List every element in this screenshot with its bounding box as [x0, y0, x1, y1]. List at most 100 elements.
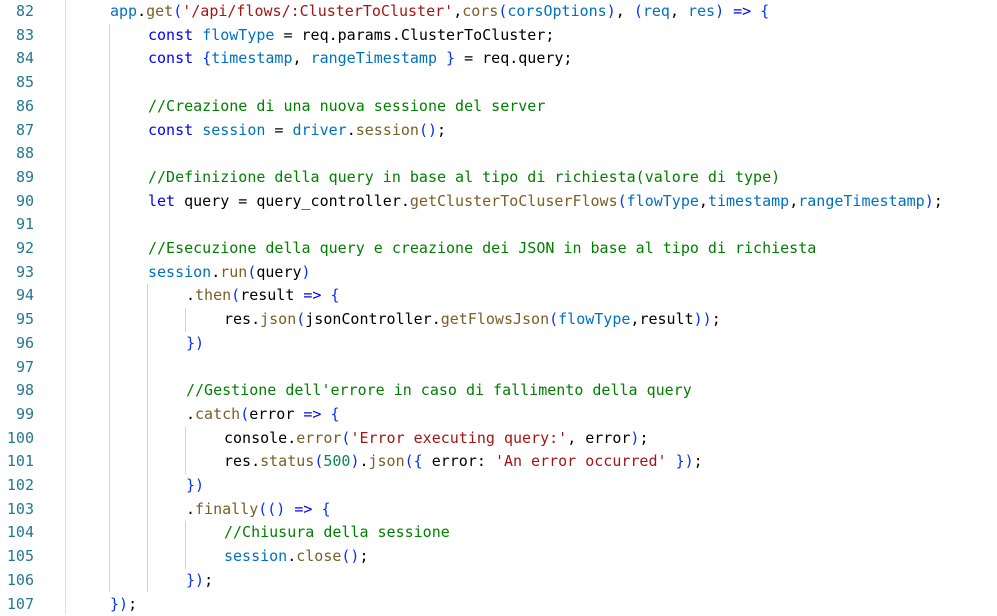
code-token: query — [256, 263, 301, 281]
line-number: 100 — [0, 427, 34, 451]
code-token: ; — [359, 547, 368, 565]
code-token: . — [186, 500, 195, 518]
line-number: 101 — [0, 450, 34, 474]
code-line[interactable]: //Definizione della query in base al tip… — [148, 166, 780, 190]
code-line[interactable]: session.run(query) — [148, 261, 311, 285]
code-token: } — [446, 49, 455, 67]
code-line[interactable]: app.get('/api/flows/:ClusterToCluster',c… — [110, 0, 769, 24]
code-token: close — [296, 547, 341, 565]
code-line[interactable]: //Chiusura della sessione — [224, 521, 450, 545]
code-token: () — [267, 500, 285, 518]
code-token: () — [341, 547, 359, 565]
line-number: 107 — [0, 593, 34, 616]
code-token: catch — [195, 405, 240, 423]
code-token — [751, 2, 760, 20]
indent-guide — [185, 427, 186, 474]
code-editor[interactable]: 8283848586878889909192939495969798991001… — [0, 0, 997, 614]
code-line[interactable]: .finally(() => { — [186, 498, 331, 522]
code-token: { — [331, 286, 340, 304]
code-line[interactable]: const {timestamp, rangeTimestamp } = req… — [148, 47, 572, 71]
code-token: . — [432, 310, 441, 328]
code-token: //Chiusura della sessione — [224, 523, 450, 541]
code-line[interactable]: //Esecuzione della query e creazione dei… — [148, 237, 816, 261]
code-token: rangeTimestamp — [798, 192, 924, 210]
line-number: 97 — [0, 356, 34, 380]
code-line[interactable]: res.status(500).json({ error: 'An error … — [224, 450, 703, 474]
code-token: ( — [173, 2, 182, 20]
code-token: }) — [676, 452, 694, 470]
code-token: res — [224, 452, 251, 470]
line-number: 92 — [0, 237, 34, 261]
code-line[interactable]: .then(result => { — [186, 284, 340, 308]
code-token: , — [616, 2, 634, 20]
line-number: 82 — [0, 0, 34, 24]
line-number: 88 — [0, 142, 34, 166]
code-token: '/api/flows/:ClusterToCluster' — [182, 2, 453, 20]
code-token: }) — [186, 476, 204, 494]
code-token: app — [110, 2, 137, 20]
code-token: ; — [712, 310, 721, 328]
code-token: . — [347, 121, 356, 139]
code-token: //Gestione dell'errore in caso di fallim… — [186, 381, 692, 399]
code-token: . — [287, 547, 296, 565]
code-token: ; — [128, 595, 137, 613]
indent-guide — [109, 24, 110, 593]
code-token: ; — [204, 571, 213, 589]
code-token — [724, 2, 733, 20]
code-token: . — [211, 263, 220, 281]
code-token: getFlowsJson — [441, 310, 549, 328]
code-area[interactable]: app.get('/api/flows/:ClusterToCluster',c… — [67, 0, 997, 614]
code-token: , error — [567, 429, 630, 447]
code-token: ( — [549, 310, 558, 328]
code-token: . — [359, 452, 368, 470]
code-line[interactable]: const session = driver.session(); — [148, 119, 446, 143]
code-line[interactable]: }) — [186, 332, 204, 356]
code-line[interactable]: }) — [186, 474, 204, 498]
code-token: ; — [437, 121, 446, 139]
code-line[interactable]: const flowType = req.params.ClusterToClu… — [148, 24, 554, 48]
code-token: = req.query; — [455, 49, 572, 67]
code-token: = req.params.ClusterToCluster; — [274, 26, 554, 44]
code-token — [193, 121, 202, 139]
code-token: => — [303, 405, 321, 423]
code-token: { — [331, 405, 340, 423]
code-token: ( — [405, 452, 414, 470]
line-number-gutter: 8283848586878889909192939495969798991001… — [0, 0, 66, 614]
code-token: => — [294, 500, 312, 518]
code-line[interactable]: }); — [186, 569, 213, 593]
code-token: //Esecuzione della query e creazione dei… — [148, 239, 816, 257]
code-token: () — [419, 121, 437, 139]
code-token: timestamp — [211, 49, 292, 67]
code-token: res — [688, 2, 715, 20]
code-line[interactable]: res.json(jsonController.getFlowsJson(flo… — [224, 308, 721, 332]
code-line[interactable]: console.error('Error executing query:', … — [224, 427, 648, 451]
line-number: 104 — [0, 521, 34, 545]
code-token: , — [670, 2, 688, 20]
code-line[interactable]: let query = query_controller.getClusterT… — [148, 190, 943, 214]
code-token: , — [699, 192, 708, 210]
code-token: then — [195, 286, 231, 304]
code-token: req — [643, 2, 670, 20]
code-token: getClusterToCluserFlows — [410, 192, 618, 210]
code-token: corsOptions — [507, 2, 606, 20]
code-line[interactable]: .catch(error => { — [186, 403, 340, 427]
code-token: ( — [258, 500, 267, 518]
code-token: let — [148, 192, 175, 210]
line-number: 83 — [0, 24, 34, 48]
code-token: . — [251, 310, 260, 328]
code-token: finally — [195, 500, 258, 518]
code-token — [193, 26, 202, 44]
line-number: 94 — [0, 284, 34, 308]
code-token: }) — [186, 571, 204, 589]
code-line[interactable]: session.close(); — [224, 545, 369, 569]
code-token: flowType — [558, 310, 630, 328]
code-token: error — [249, 405, 294, 423]
code-line[interactable]: }); — [110, 593, 137, 616]
code-token: session — [202, 121, 265, 139]
line-number: 85 — [0, 71, 34, 95]
code-token: ) — [302, 263, 311, 281]
code-token: => — [303, 286, 321, 304]
line-number: 95 — [0, 308, 34, 332]
code-line[interactable]: //Creazione di una nuova sessione del se… — [148, 95, 545, 119]
code-line[interactable]: //Gestione dell'errore in caso di fallim… — [186, 379, 692, 403]
